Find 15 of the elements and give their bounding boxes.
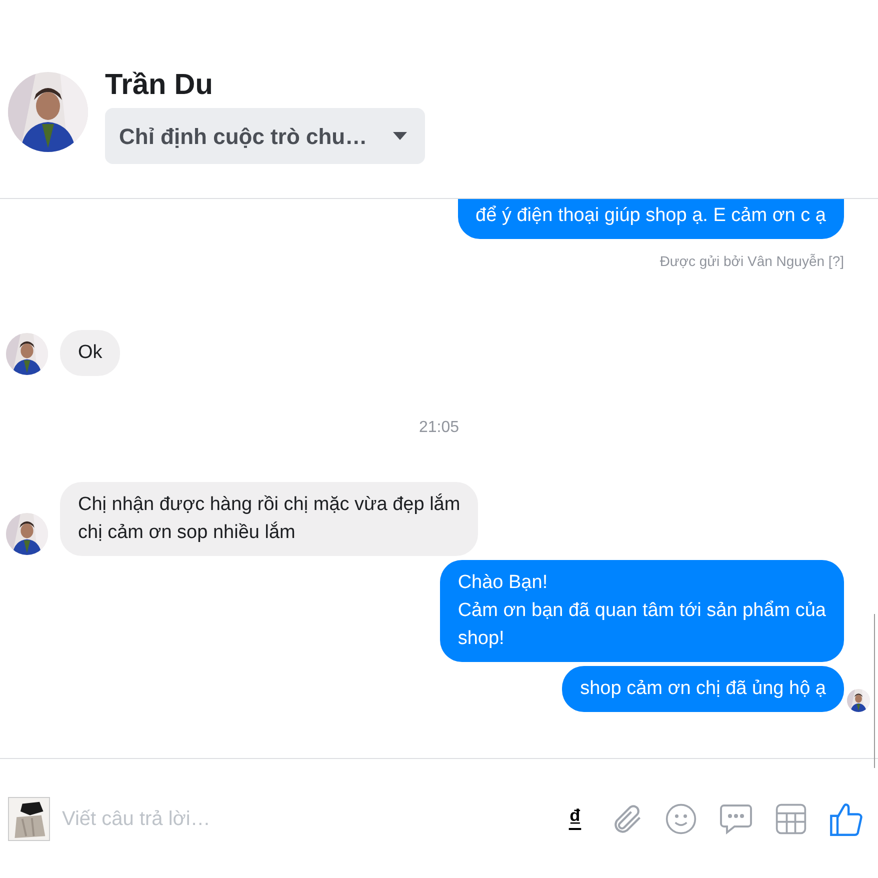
contact-name: Trần Du [105, 68, 214, 103]
assign-dropdown[interactable]: Chỉ định cuộc trò chu… [105, 108, 425, 164]
message-bubble: Chị nhận được hàng rồi chị mặc vừa đẹp lắm chị cảm ơn sop nhiều lắm [60, 482, 478, 556]
message-bubble: Chào Bạn! Cảm ơn bạn đã quan tâm tới sản phẩm của shop! [440, 560, 844, 662]
message-bubble: shop cảm ơn chị đã ủng hộ ạ [562, 666, 844, 712]
currency-button[interactable]: ₫ [560, 800, 590, 836]
sender-note: Được gửi bởi Vân Nguyễn [?] [660, 252, 844, 271]
caret-icon [393, 132, 407, 140]
message-bubble: để ý điện thoại giúp shop ạ. E cảm ơn c ạ [458, 199, 844, 239]
scrollbar[interactable] [874, 614, 878, 768]
timestamp: 21:05 [418, 418, 460, 438]
message-bubble: Ok [60, 330, 120, 376]
smiley-icon[interactable] [664, 802, 698, 836]
table-icon[interactable] [774, 802, 808, 836]
reply-input[interactable]: Viết câu trả lời… [62, 804, 560, 834]
